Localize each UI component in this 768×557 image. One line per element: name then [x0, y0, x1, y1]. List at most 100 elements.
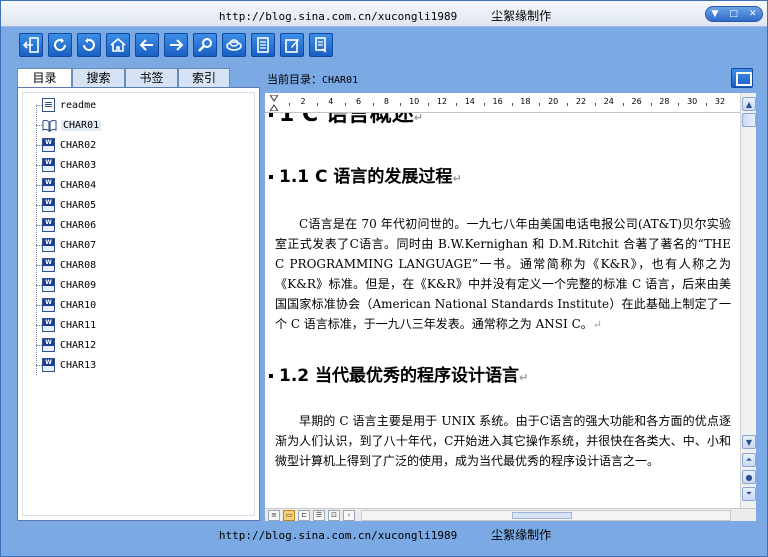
tree-item-label: CHAR06 [60, 219, 97, 231]
minimize-button[interactable]: ▼ [712, 9, 719, 19]
word-doc-icon [42, 138, 55, 152]
bookmark-button[interactable] [309, 33, 333, 57]
forward-button[interactable] [164, 33, 188, 57]
tree-item-char04[interactable]: CHAR04 [36, 177, 96, 193]
reload-button[interactable] [77, 33, 101, 57]
ruler-tick-label: 22 [575, 97, 587, 106]
horizontal-scrollbar[interactable] [361, 509, 731, 521]
ruler-minor-tick [289, 103, 291, 106]
edit-icon [285, 39, 299, 53]
fullscreen-button[interactable] [731, 68, 753, 88]
ruler-tick-label: 32 [714, 97, 726, 106]
reload-icon [83, 38, 95, 51]
ruler-minor-tick [622, 103, 624, 106]
ruler-minor-tick [400, 103, 402, 106]
back-button[interactable] [135, 33, 159, 57]
exit-icon [22, 37, 39, 53]
current-directory-value: CHAR01 [322, 75, 359, 86]
indent-marker-icon[interactable] [270, 95, 278, 111]
scroll-down-button[interactable]: ▼ [742, 435, 756, 449]
tab-contents[interactable]: 目录 [17, 68, 72, 87]
tree-item-readme[interactable]: readme [36, 97, 96, 113]
heading-2-best-language: 1.2 当代最优秀的程序设计语言↵ [269, 365, 731, 389]
ruler-minor-tick [455, 103, 457, 106]
tree-item-label: CHAR08 [60, 259, 97, 271]
word-doc-icon [42, 298, 55, 312]
maximize-button[interactable]: □ [729, 9, 738, 19]
tree-item-char13[interactable]: CHAR13 [36, 357, 96, 373]
tree-item-char09[interactable]: CHAR09 [36, 277, 97, 293]
ruler-tick-label: 30 [687, 97, 698, 106]
edit-button[interactable] [280, 33, 304, 57]
tree-item-char10[interactable]: CHAR10 [36, 297, 97, 313]
heading-1: 1 C 语言概述↵ [269, 113, 731, 132]
tree-item-label: CHAR07 [60, 239, 97, 251]
next-page-button[interactable]: ⏷ [742, 487, 756, 501]
tree-item-char06[interactable]: CHAR06 [36, 217, 97, 233]
tree-item-label: CHAR09 [60, 279, 97, 291]
tree-item-char05[interactable]: CHAR05 [36, 197, 96, 213]
tree-item-char03[interactable]: CHAR03 [36, 157, 97, 173]
tree-item-char01[interactable]: CHAR01 [36, 117, 102, 133]
normal-view-button[interactable]: ≡ [268, 509, 280, 521]
word-doc-icon [42, 278, 55, 292]
ruler-minor-tick [567, 103, 569, 106]
back-arrow-icon [139, 39, 153, 51]
select-browse-button[interactable]: ● [742, 470, 756, 484]
refresh-button[interactable] [48, 33, 72, 57]
document-view: 1 C 语言概述↵ 1.1 C 语言的发展过程↵ C语言是在 70 年代初问世的… [265, 113, 740, 508]
current-directory-label: 当前目录： [267, 73, 322, 86]
horizontal-scroll-thumb[interactable] [512, 511, 572, 519]
tree-item-char07[interactable]: CHAR07 [36, 237, 97, 253]
ruler-tick-label: 28 [659, 97, 670, 106]
ruler-minor-tick [483, 103, 485, 106]
ruler-minor-tick [344, 103, 346, 106]
scroll-left-button[interactable]: ‹ [343, 509, 355, 521]
double-up-icon: ⏶ [745, 455, 753, 464]
chevron-up-icon: ▲ [745, 99, 753, 109]
text-doc-icon [42, 98, 55, 112]
bookmark-icon [315, 37, 327, 53]
tab-search[interactable]: 搜索 [72, 68, 125, 87]
link-button[interactable] [222, 33, 246, 57]
heading-2-development: 1.1 C 语言的发展过程↵ [269, 166, 731, 190]
window-title: http://blog.sina.com.cn/xucongli1989 尘絮缘… [1, 7, 767, 24]
title-url: http://blog.sina.com.cn/xucongli1989 [218, 10, 458, 23]
toolbar [19, 33, 338, 57]
tree-item-label: CHAR03 [60, 159, 97, 171]
tree-item-char08[interactable]: CHAR08 [36, 257, 97, 273]
tree-item-label: CHAR02 [60, 139, 97, 151]
ruler-tick-label: 12 [436, 97, 448, 106]
reading-view-button[interactable]: ⊡ [328, 509, 340, 521]
close-button[interactable]: ✕ [749, 9, 757, 19]
tree-item-label: CHAR10 [60, 299, 97, 311]
tab-index[interactable]: 索引 [178, 68, 230, 87]
tree-item-label: CHAR01 [61, 119, 102, 131]
ruler-tick-label: 14 [464, 97, 475, 106]
scroll-thumb[interactable] [742, 113, 756, 127]
ruler-minor-tick [372, 103, 374, 106]
word-doc-icon [42, 218, 55, 232]
scroll-up-button[interactable]: ▲ [742, 97, 756, 111]
outline-view-button[interactable]: ☰ [313, 509, 325, 521]
word-doc-icon [42, 238, 55, 252]
home-button[interactable] [106, 33, 130, 57]
tree-item-char12[interactable]: CHAR12 [36, 337, 96, 353]
search-button[interactable] [193, 33, 217, 57]
sidebar-tabs: 目录 搜索 书签 索引 [17, 68, 230, 87]
tab-bookmarks[interactable]: 书签 [125, 68, 178, 87]
vertical-scrollbar[interactable]: ▲ ▼ ⏶ ● ⏷ [740, 93, 756, 508]
word-doc-icon [42, 258, 55, 272]
previous-page-button[interactable]: ⏶ [742, 453, 756, 467]
status-brand: 尘絮缘制作 [491, 528, 552, 542]
web-view-button[interactable]: ▭ [283, 509, 295, 521]
exit-button[interactable] [19, 33, 43, 57]
chevron-down-icon: ▼ [745, 437, 753, 447]
ruler-tick-label: 26 [631, 97, 642, 106]
tree-item-char11[interactable]: CHAR11 [36, 317, 96, 333]
ruler-tick-label: 24 [603, 97, 614, 106]
ruler-tick-label: 2 [300, 97, 306, 106]
page-view-button[interactable]: ⊏ [298, 509, 310, 521]
tree-item-char02[interactable]: CHAR02 [36, 137, 97, 153]
notes-button[interactable] [251, 33, 275, 57]
